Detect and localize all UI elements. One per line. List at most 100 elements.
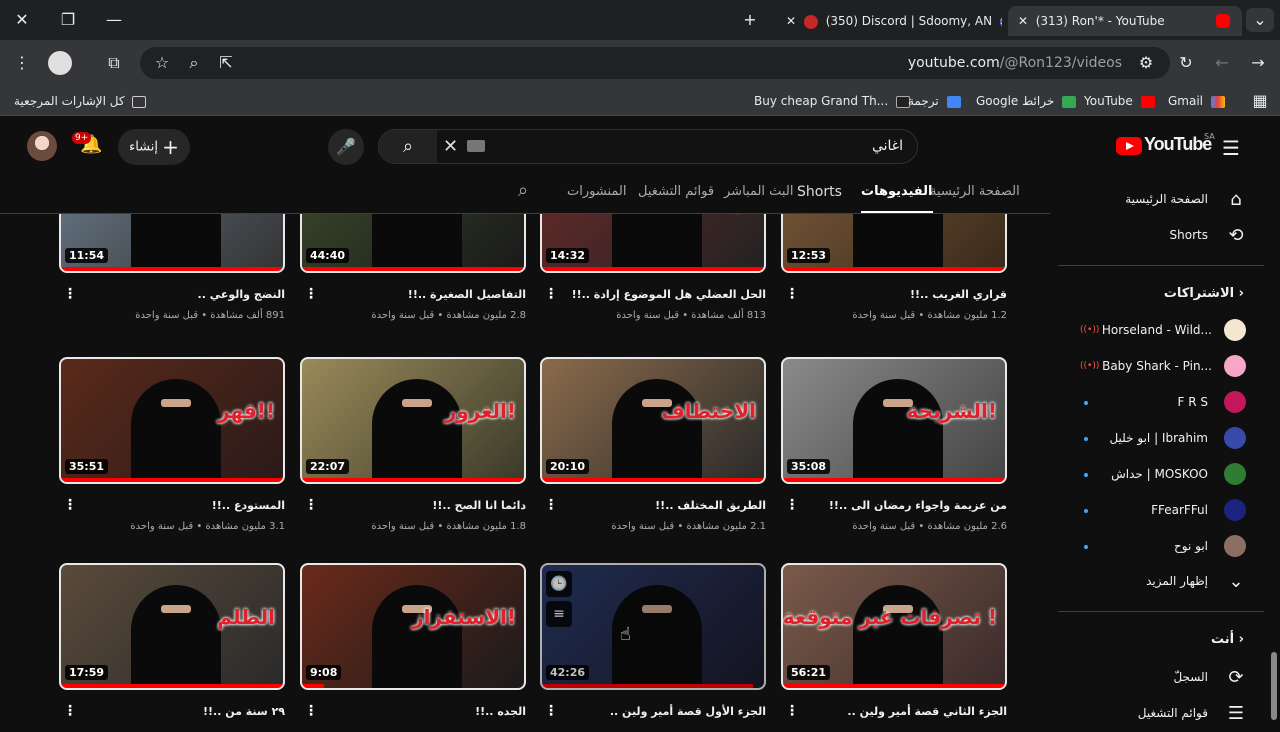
tab-youtube[interactable]: ✕ (313) Ron'* - YouTube bbox=[1008, 6, 1242, 36]
avatar[interactable] bbox=[27, 131, 57, 161]
video-menu-icon[interactable]: ⋮ bbox=[63, 703, 77, 719]
video-menu-icon[interactable]: ⋮ bbox=[785, 703, 799, 719]
all-bookmarks[interactable]: كل الإشارات المرجعية bbox=[14, 92, 147, 110]
clear-icon[interactable]: ✕ bbox=[443, 136, 458, 157]
minimize-icon[interactable]: — bbox=[100, 8, 128, 32]
menu-icon[interactable]: ☰ bbox=[1222, 136, 1240, 160]
video-title[interactable]: الجزء الثاني قصة أمير ولين .. bbox=[847, 705, 1007, 718]
search-icon[interactable]: ⌕ bbox=[518, 180, 528, 201]
video-title[interactable]: التفاصيل الصغيرة ..!! bbox=[408, 288, 526, 301]
video-title[interactable]: ٢٩ سنة من ..!! bbox=[203, 705, 285, 718]
url-host: youtube.com bbox=[907, 55, 1000, 71]
clock-icon[interactable]: 🕒 bbox=[546, 571, 572, 597]
sidebar-subscription-item[interactable]: ((•)) Horseland - Wild... bbox=[1058, 313, 1258, 349]
tab-home[interactable]: الصفحة الرئيسية bbox=[930, 184, 1020, 199]
restore-icon[interactable]: ❐ bbox=[54, 8, 82, 32]
url-text[interactable]: youtube.com/@Ron123/videos bbox=[908, 47, 1122, 79]
queue-icon[interactable]: ≡ bbox=[546, 601, 572, 627]
search-input[interactable]: اغاني bbox=[872, 138, 903, 154]
video-thumbnail[interactable]: الظلم 17:59 bbox=[59, 563, 285, 690]
video-menu-icon[interactable]: ⋮ bbox=[544, 286, 558, 302]
bookmark-maps[interactable]: Google خرائط bbox=[976, 92, 1077, 110]
tab-live[interactable]: البث المباشر bbox=[724, 184, 793, 199]
close-icon[interactable]: ✕ bbox=[786, 14, 796, 28]
search-icon[interactable]: ⌕ bbox=[379, 130, 437, 163]
tab-search-icon[interactable]: ⌄ bbox=[1246, 8, 1274, 32]
youtube-logo[interactable]: YouTube SA bbox=[1116, 132, 1215, 158]
mic-icon[interactable]: 🎤 bbox=[328, 129, 364, 165]
video-thumbnail[interactable]: قهر!! 35:51 bbox=[59, 357, 285, 484]
tab-posts[interactable]: المنشورات bbox=[567, 184, 626, 199]
extension-icon[interactable]: ⧉ bbox=[102, 51, 126, 75]
menu-dots-icon[interactable]: ⋮ bbox=[10, 51, 34, 75]
apps-icon[interactable]: ▦ bbox=[1248, 89, 1272, 113]
video-menu-icon[interactable]: ⋮ bbox=[785, 286, 799, 302]
video-title[interactable]: دائما انا الصح ..!! bbox=[432, 499, 526, 512]
video-title[interactable]: المستودع ..!! bbox=[212, 499, 285, 512]
share-icon[interactable]: ⇱ bbox=[214, 51, 238, 75]
video-menu-icon[interactable]: ⋮ bbox=[785, 497, 799, 513]
bookmark-translate[interactable]: ترجمة bbox=[908, 92, 961, 110]
sidebar-item-history[interactable]: السجلّ ⟳ bbox=[1058, 660, 1258, 696]
video-title[interactable]: النضج والوعي .. bbox=[198, 288, 285, 301]
bookmark-label: Google خرائط bbox=[976, 94, 1055, 108]
close-icon[interactable]: ✕ bbox=[1018, 14, 1028, 28]
site-settings-icon[interactable]: ⚙ bbox=[1134, 51, 1158, 75]
video-title[interactable]: الحل العضلي هل الموضوع إرادة ..!! bbox=[572, 288, 766, 301]
video-menu-icon[interactable]: ⋮ bbox=[304, 703, 318, 719]
bookmark-youtube[interactable]: YouTube bbox=[1084, 92, 1155, 110]
video-thumbnail[interactable]: الاستفزاز! 9:08 bbox=[300, 563, 526, 690]
sidebar-subscription-item[interactable]: ابو خليل | Ibrahim bbox=[1058, 421, 1258, 457]
keyboard-icon[interactable] bbox=[467, 140, 485, 152]
video-thumbnail[interactable]: الاختطاف 20:10 bbox=[540, 357, 766, 484]
create-button[interactable]: إنشاء + bbox=[118, 129, 190, 165]
sidebar-subscription-item[interactable]: FFearFFul bbox=[1058, 493, 1258, 529]
tab-playlists[interactable]: قوائم التشغيل bbox=[638, 184, 714, 199]
video-title[interactable]: من عزيمة واجواء رمضان الى ..!! bbox=[829, 499, 1007, 512]
video-thumbnail[interactable]: 42:26 🕒 ≡ bbox=[540, 563, 766, 690]
video-menu-icon[interactable]: ⋮ bbox=[304, 286, 318, 302]
bookmark-gta[interactable]: Buy cheap Grand Th... bbox=[754, 92, 910, 110]
you-header[interactable]: أنت › bbox=[1211, 632, 1244, 647]
bookmarks-bar: كل الإشارات المرجعية Buy cheap Grand Th.… bbox=[0, 86, 1280, 116]
zoom-icon[interactable]: ⌕ bbox=[182, 51, 206, 75]
bookmark-gmail[interactable]: Gmail bbox=[1168, 92, 1225, 110]
address-bar[interactable]: ☆ ⌕ ⇱ youtube.com/@Ron123/videos ⚙ bbox=[140, 47, 1170, 79]
video-menu-icon[interactable]: ⋮ bbox=[544, 497, 558, 513]
video-title[interactable]: الطريق المختلف ..!! bbox=[655, 499, 766, 512]
sidebar-subscription-item[interactable]: ((•)) Baby Shark - Pin... bbox=[1058, 349, 1258, 385]
show-more-button[interactable]: إظهار المزيد ⌄ bbox=[1058, 564, 1258, 600]
video-menu-icon[interactable]: ⋮ bbox=[63, 497, 77, 513]
scrollbar-thumb[interactable] bbox=[1271, 652, 1277, 720]
new-tab-icon[interactable]: + bbox=[736, 8, 764, 32]
scrollbar[interactable] bbox=[1268, 124, 1280, 720]
forward-icon[interactable]: → bbox=[1246, 51, 1270, 75]
video-menu-icon[interactable]: ⋮ bbox=[304, 497, 318, 513]
profile-avatar[interactable] bbox=[48, 51, 72, 75]
video-title[interactable]: قراري الغريب ..!! bbox=[910, 288, 1007, 301]
star-icon[interactable]: ☆ bbox=[150, 51, 174, 75]
sidebar-subscription-item[interactable]: حداش | MOSKOO bbox=[1058, 457, 1258, 493]
back-icon[interactable]: ← bbox=[1210, 51, 1234, 75]
sidebar-item-home[interactable]: الصفحة الرئيسية ⌂ bbox=[1058, 182, 1258, 218]
tab-videos[interactable]: الفيديوهات bbox=[861, 184, 933, 213]
video-title[interactable]: الجده ..!! bbox=[475, 705, 526, 718]
bell-icon[interactable]: 🔔 9+ bbox=[72, 132, 102, 155]
video-thumbnail[interactable]: الشريحة! 35:08 bbox=[781, 357, 1007, 484]
video-thumbnail[interactable]: الغرور! 22:07 bbox=[300, 357, 526, 484]
tab-shorts[interactable]: Shorts bbox=[797, 184, 842, 200]
channel-avatar bbox=[1224, 535, 1246, 557]
video-menu-icon[interactable]: ⋮ bbox=[544, 703, 558, 719]
search-box[interactable]: ⌕ ✕ اغاني bbox=[378, 129, 918, 164]
sidebar-subscription-item[interactable]: F R S bbox=[1058, 385, 1258, 421]
video-title[interactable]: الجزء الأول قصة أمير ولين .. bbox=[610, 705, 766, 718]
video-thumbnail[interactable]: تصرفات غير متوقعة ! 56:21 bbox=[781, 563, 1007, 690]
sidebar-subscription-item[interactable]: ابو نوح bbox=[1058, 529, 1258, 565]
subscriptions-header[interactable]: الاشتراكات › bbox=[1164, 286, 1244, 301]
close-icon[interactable]: ✕ bbox=[8, 8, 36, 32]
sidebar-item-playlists[interactable]: قوائم التشغيل ☰ bbox=[1058, 696, 1258, 732]
reload-icon[interactable]: ↻ bbox=[1174, 51, 1198, 75]
sidebar-item-shorts[interactable]: Shorts ⟲ bbox=[1058, 218, 1258, 254]
tab-discord[interactable]: ✕ (350) Discord | Sdoomy, AN 350 bbox=[776, 6, 1002, 36]
video-menu-icon[interactable]: ⋮ bbox=[63, 286, 77, 302]
